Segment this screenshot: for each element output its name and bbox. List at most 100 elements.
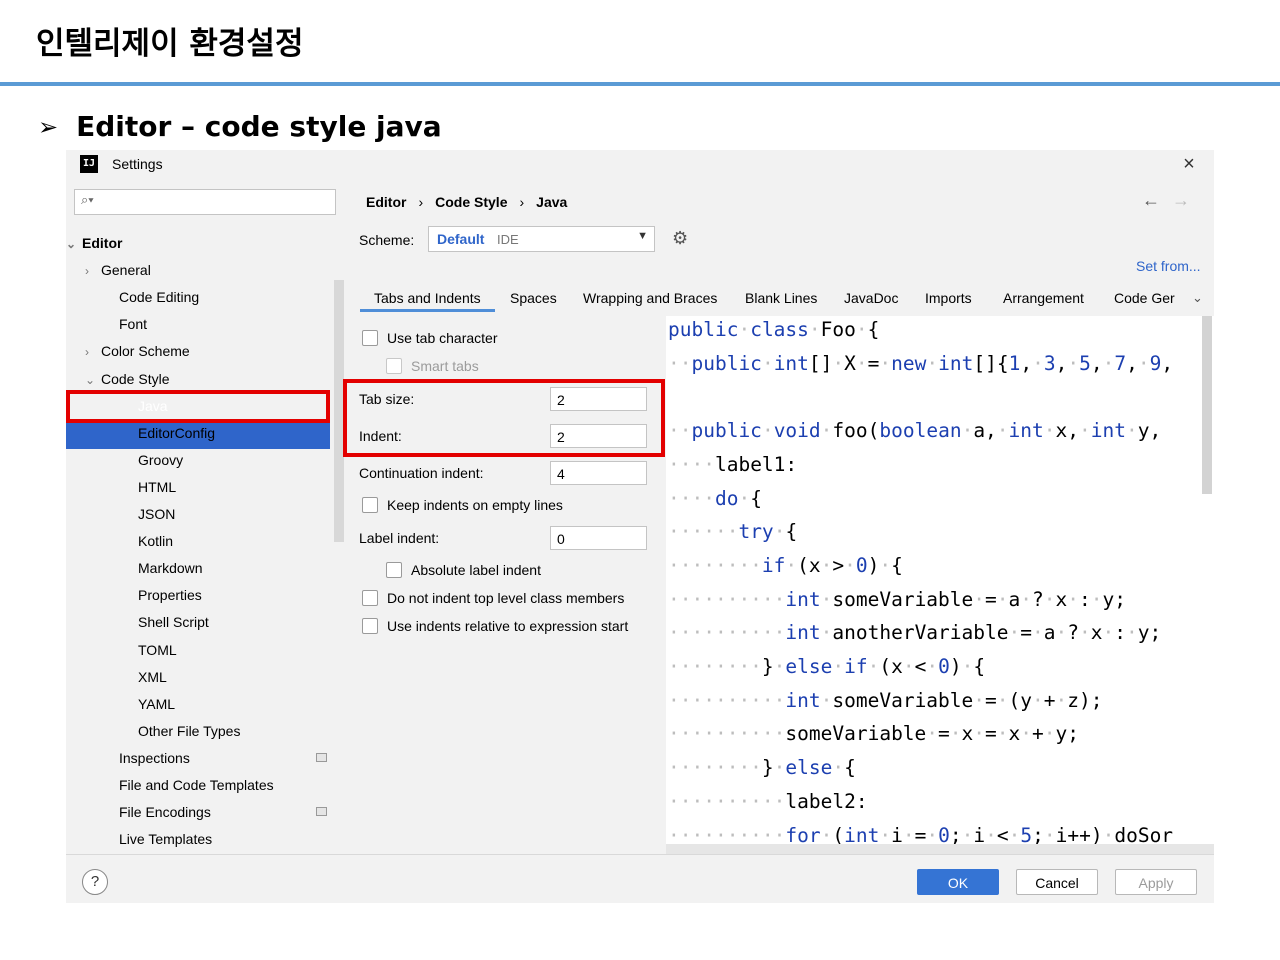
breadcrumb-java: Java [536, 194, 568, 210]
relative-indents-label: Use indents relative to expression start [387, 618, 629, 634]
sidebar-item[interactable]: Font [119, 313, 330, 335]
back-arrow-icon[interactable]: ← [1142, 190, 1160, 210]
code-token: int [785, 621, 821, 645]
sidebar-item-label: Font [119, 316, 148, 333]
sidebar-item-label: TOML [138, 641, 177, 658]
sidebar-item[interactable]: Shell Script [138, 611, 330, 633]
sidebar-item[interactable]: HTML [138, 476, 330, 498]
chevron-icon[interactable]: › [85, 260, 101, 282]
bullet-text: Editor – code style java [76, 110, 442, 143]
code-token: < [914, 655, 927, 678]
ok-button[interactable]: OK [917, 869, 999, 895]
close-button[interactable]: × [1176, 152, 1202, 176]
sidebar-item[interactable]: Properties [138, 584, 330, 606]
code-horizontal-scrollbar[interactable] [666, 844, 1214, 854]
code-token: , [1055, 351, 1068, 375]
sidebar-item[interactable]: › General [85, 259, 330, 281]
sidebar-item[interactable]: Live Templates [119, 828, 330, 850]
checkbox-box[interactable] [386, 562, 402, 578]
code-token: · [949, 722, 962, 746]
relative-indents-checkbox[interactable]: Use indents relative to expression start [362, 618, 628, 634]
sidebar-item[interactable]: Other File Types [138, 720, 330, 742]
sidebar-item[interactable]: Code Editing [119, 286, 330, 308]
sidebar-item[interactable]: ⌄ Code Style [85, 368, 330, 390]
absolute-label-indent-checkbox[interactable]: Absolute label indent [386, 562, 541, 578]
breadcrumb: Editor › Code Style › Java [366, 194, 567, 210]
code-token: x, [1055, 419, 1080, 443]
code-token: · [1067, 351, 1080, 375]
sidebar-item[interactable]: Inspections [119, 747, 330, 769]
window-title: Settings [112, 156, 163, 172]
apply-button[interactable]: Apply [1115, 869, 1197, 895]
sidebar-item[interactable]: XML [138, 666, 330, 688]
tab-code-generation[interactable]: Code Ger [1114, 290, 1175, 306]
sidebar-item[interactable]: Markdown [138, 557, 330, 579]
code-token: []{ [973, 351, 1009, 375]
tab-tabs-and-indents[interactable]: Tabs and Indents [360, 290, 495, 312]
code-token: 3 [1043, 351, 1056, 375]
code-token: ·········· [668, 587, 786, 611]
code-vertical-scrollbar[interactable] [1202, 316, 1212, 494]
tab-arrangement[interactable]: Arrangement [1003, 290, 1084, 306]
breadcrumb-editor[interactable]: Editor [366, 194, 406, 210]
chevron-icon[interactable]: › [85, 341, 101, 363]
chevron-icon[interactable]: ⌄ [66, 233, 82, 255]
breadcrumb-code-style[interactable]: Code Style [435, 194, 507, 210]
checkbox-box[interactable] [362, 590, 378, 606]
set-from-link[interactable]: Set from... [1136, 258, 1201, 274]
checkbox-box[interactable] [362, 330, 378, 346]
code-token: · [785, 553, 798, 577]
checkbox-box[interactable] [362, 618, 378, 634]
sidebar-item[interactable]: JSON [138, 503, 330, 525]
tab-spaces[interactable]: Spaces [510, 290, 557, 306]
bullet-heading: ➢ Editor – code style java [38, 110, 442, 143]
code-token: y; [1137, 621, 1162, 645]
continuation-indent-input[interactable]: 4 [550, 461, 647, 485]
sidebar-item[interactable]: File Encodings [119, 801, 330, 823]
code-token: { [750, 486, 762, 510]
sidebar-item[interactable]: ⌄ Editor [66, 232, 330, 254]
sidebar-item[interactable]: Kotlin [138, 530, 330, 552]
sidebar-item-label: YAML [138, 695, 176, 712]
checkbox-box[interactable] [362, 497, 378, 513]
tab-blank-lines[interactable]: Blank Lines [745, 290, 817, 306]
chevron-down-icon: ▼ [637, 230, 648, 242]
chevron-icon[interactable]: ⌄ [85, 369, 101, 391]
keep-indents-checkbox[interactable]: Keep indents on empty lines [362, 497, 563, 513]
gear-icon[interactable]: ⚙ [672, 228, 688, 249]
code-token: · [1020, 722, 1033, 746]
tab-wrapping-and-braces[interactable]: Wrapping and Braces [583, 290, 717, 306]
label-indent-input[interactable]: 0 [550, 526, 647, 550]
tab-javadoc[interactable]: JavaDoc [844, 290, 898, 306]
sidebar-item[interactable]: › Color Scheme [85, 340, 330, 362]
sidebar-item-label: File and Code Templates [119, 777, 274, 793]
use-tab-character-checkbox[interactable]: Use tab character [362, 330, 498, 346]
code-preview[interactable]: public·class·Foo·{··public·int[]·X·=·new… [666, 316, 1214, 854]
sidebar-item[interactable]: TOML [138, 639, 330, 661]
help-button[interactable]: ? [82, 869, 108, 895]
no-indent-top-level-checkbox[interactable]: Do not indent top level class members [362, 590, 624, 606]
code-token: ·· [668, 351, 692, 375]
code-token: boolean [879, 419, 962, 443]
sidebar-item[interactable]: File and Code Templates [119, 774, 330, 796]
sidebar-item-label: Markdown [138, 560, 203, 577]
search-icon: ⌕▾ [81, 192, 94, 207]
sidebar-item[interactable]: YAML [138, 693, 330, 715]
code-token: · [1043, 722, 1056, 746]
code-token: ········ [668, 655, 762, 678]
code-token: · [1008, 621, 1021, 645]
sidebar-item-label: HTML [138, 478, 177, 495]
code-token: if [761, 553, 786, 577]
tab-imports[interactable]: Imports [925, 290, 972, 306]
code-token: a [1008, 587, 1021, 611]
forward-arrow-icon[interactable]: → [1172, 190, 1190, 210]
sidebar-item-label: Code Editing [119, 289, 200, 306]
sidebar-item[interactable]: Groovy [138, 449, 330, 471]
chevron-down-icon[interactable]: ⌄ [1192, 290, 1203, 306]
scheme-select[interactable]: Default IDE ▼ [428, 226, 655, 252]
cancel-button[interactable]: Cancel [1016, 869, 1098, 895]
sidebar-item[interactable]: EditorConfig [138, 422, 330, 444]
code-token: { [785, 520, 798, 544]
search-input[interactable]: ⌕▾ [74, 189, 336, 215]
code-line: ····label1: [668, 453, 797, 476]
